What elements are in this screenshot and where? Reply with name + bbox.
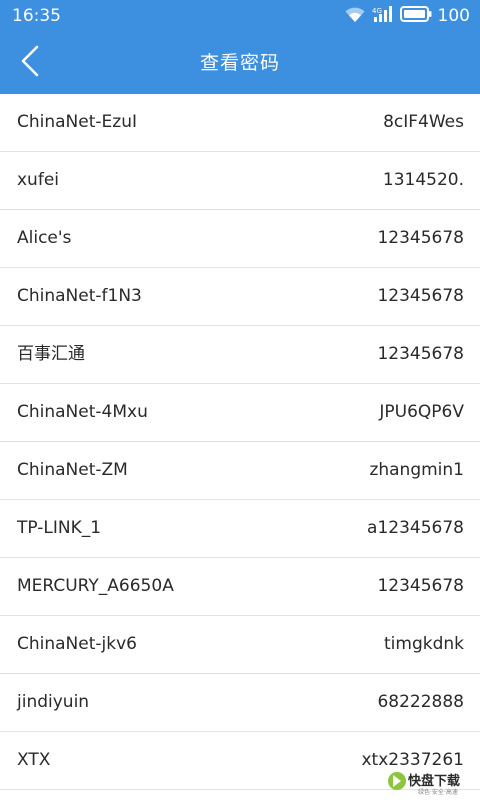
- wifi-name: 百事汇通: [17, 344, 85, 364]
- list-item[interactable]: Alice's 12345678: [0, 210, 480, 268]
- wifi-password: 12345678: [377, 576, 464, 596]
- wifi-name: ChinaNet-f1N3: [17, 286, 142, 306]
- wifi-name: ChinaNet-EzuI: [17, 112, 137, 132]
- status-time: 16:35: [12, 6, 61, 26]
- wifi-password: JPU6QP6V: [379, 402, 464, 422]
- wifi-name: ChinaNet-ZM: [17, 460, 128, 480]
- svg-text:绿色·安全·高速: 绿色·安全·高速: [418, 788, 458, 796]
- wifi-name: xufei: [17, 170, 60, 190]
- list-item[interactable]: ChinaNet-EzuI 8cIF4Wes: [0, 94, 480, 152]
- wifi-password: a12345678: [367, 518, 464, 538]
- battery-icon: [399, 6, 432, 26]
- screen: 16:35 4G 100 查看密码 ChinaNet-EzuI 8cIF4Wes…: [0, 0, 480, 800]
- wifi-icon: [344, 5, 366, 27]
- wifi-password: 12345678: [377, 286, 464, 306]
- wifi-name: Alice's: [17, 228, 72, 248]
- wifi-name: ChinaNet-jkv6: [17, 634, 137, 654]
- wifi-name: TP-LINK_1: [17, 518, 102, 538]
- wifi-password: 68222888: [377, 692, 464, 712]
- list-item[interactable]: ChinaNet-f1N3 12345678: [0, 268, 480, 326]
- list-item[interactable]: ChinaNet-jkv6 timgkdnk: [0, 616, 480, 674]
- svg-text:4G: 4G: [372, 7, 382, 15]
- app-bar: 查看密码: [0, 32, 480, 94]
- wifi-password: zhangmin1: [369, 460, 464, 480]
- password-list: ChinaNet-EzuI 8cIF4Wes xufei 1314520. Al…: [0, 94, 480, 800]
- list-item[interactable]: ChinaNet-ZM zhangmin1: [0, 442, 480, 500]
- list-item[interactable]: jindiyuin 68222888: [0, 674, 480, 732]
- wifi-name: jindiyuin: [17, 692, 90, 712]
- list-item[interactable]: ChinaNet-4Mxu JPU6QP6V: [0, 384, 480, 442]
- list-item[interactable]: xufei 1314520.: [0, 152, 480, 210]
- wifi-password: 1314520.: [382, 170, 464, 190]
- wifi-password: 8cIF4Wes: [383, 112, 464, 132]
- wifi-name: ChinaNet-4Mxu: [17, 402, 148, 422]
- wifi-name: XTX: [17, 750, 51, 770]
- wifi-password: 12345678: [377, 344, 464, 364]
- svg-text:快盘下载: 快盘下载: [408, 773, 460, 789]
- wifi-password: timgkdnk: [384, 634, 464, 654]
- list-item[interactable]: MERCURY_A6650A 12345678: [0, 558, 480, 616]
- battery-level: 100: [437, 6, 470, 26]
- page-title: 查看密码: [199, 52, 280, 74]
- list-item[interactable]: 百事汇通 12345678: [0, 326, 480, 384]
- watermark-logo: 快盘下载 绿色·安全·高速: [386, 768, 474, 796]
- status-bar: 16:35 4G 100: [0, 0, 480, 32]
- signal-icon: 4G: [372, 5, 394, 27]
- list-item[interactable]: TP-LINK_1 a12345678: [0, 500, 480, 558]
- status-icons: 4G 100: [338, 5, 470, 27]
- wifi-password: 12345678: [377, 228, 464, 248]
- wifi-name: MERCURY_A6650A: [17, 576, 174, 596]
